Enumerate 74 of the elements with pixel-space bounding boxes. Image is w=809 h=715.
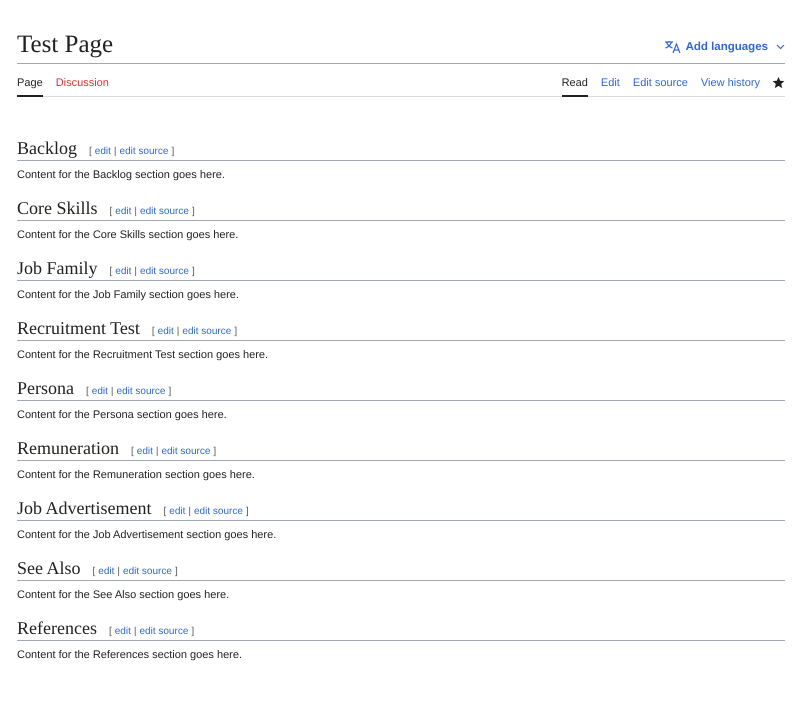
edit-source-link[interactable]: edit source <box>182 326 232 337</box>
page-title: Test Page <box>17 30 114 60</box>
section-text: Content for the Backlog section goes here. <box>17 168 226 182</box>
edit-link[interactable]: edit <box>169 506 186 517</box>
section-heading: Job Advertisement <box>17 497 152 519</box>
tab[interactable]: Discussion <box>56 72 109 97</box>
edit-source-link[interactable]: edit source <box>194 506 243 517</box>
edit-source-link[interactable]: edit source <box>140 266 189 277</box>
separator: | <box>114 146 117 157</box>
edit-source-link[interactable]: edit source <box>116 386 166 397</box>
bracket: [ <box>108 626 112 637</box>
section-text: Content for the Job Family section goes here. <box>17 288 240 302</box>
section-text: Content for the Persona section goes here. <box>17 408 228 422</box>
bracket: [ <box>130 446 134 457</box>
edit-link[interactable]: edit <box>115 266 132 277</box>
edit-link[interactable]: edit <box>115 206 132 217</box>
section-text: Content for the See Also section goes here. <box>17 588 230 602</box>
separator: | <box>188 506 191 517</box>
separator: | <box>110 386 114 397</box>
add-languages-button[interactable]: Add languages <box>664 40 785 60</box>
edit-link[interactable]: edit <box>158 326 174 337</box>
separator: | <box>176 326 180 337</box>
section-text: Content for the Remuneration section goes here. <box>17 468 256 482</box>
section-text: Content for the Job Advertisement section goes here. <box>17 528 278 542</box>
section-heading: Job Family <box>17 257 98 279</box>
edit-source-link[interactable]: edit source <box>139 626 188 637</box>
bracket: [ <box>86 386 89 397</box>
section-heading: Remuneration <box>17 437 119 459</box>
section-heading: See Also <box>17 557 81 579</box>
section-heading: References <box>17 617 97 639</box>
edit-link[interactable]: edit <box>94 146 111 157</box>
bracket: ] <box>192 266 195 277</box>
bracket: ] <box>191 626 194 637</box>
section-heading: Recruitment Test <box>17 317 140 339</box>
section-text: Content for the Recruitment Test section goes here. <box>17 348 270 362</box>
section-heading: Persona <box>17 377 74 399</box>
section-text: Content for the References section goes here. <box>17 648 244 662</box>
edit-source-link[interactable]: edit source <box>162 446 210 457</box>
bracket: ] <box>168 386 172 397</box>
separator: | <box>156 446 158 457</box>
edit-source-link[interactable]: edit source <box>123 566 172 577</box>
edit-link[interactable]: edit <box>98 566 114 577</box>
bracket: [ <box>163 506 166 517</box>
section-text: Content for the Core Skills section goes here. <box>17 228 240 242</box>
separator: | <box>117 566 120 577</box>
bracket: ] <box>192 206 195 217</box>
bracket: ] <box>174 566 178 577</box>
separator: | <box>134 266 138 277</box>
star-icon[interactable] <box>772 76 785 88</box>
edit-source-link[interactable]: edit source <box>120 146 168 157</box>
tab[interactable]: Read <box>562 72 588 97</box>
chevron-down-icon <box>776 44 785 50</box>
tab[interactable]: Edit <box>600 72 620 97</box>
bracket: [ <box>89 146 92 157</box>
section-heading: Backlog <box>17 137 77 159</box>
tab[interactable]: Edit source <box>632 72 688 97</box>
bracket: [ <box>152 326 155 337</box>
bracket: ] <box>234 326 238 337</box>
edit-link[interactable]: edit <box>136 446 153 457</box>
edit-link[interactable]: edit <box>92 386 108 397</box>
bracket: ] <box>213 446 216 457</box>
separator: | <box>134 626 136 637</box>
bracket: ] <box>246 506 249 517</box>
tab[interactable]: Page <box>17 72 43 97</box>
bracket: [ <box>92 566 96 577</box>
edit-link[interactable]: edit <box>114 626 131 637</box>
bracket: [ <box>110 266 112 277</box>
separator: | <box>134 206 138 217</box>
tab[interactable]: View history <box>700 72 760 97</box>
bracket: [ <box>110 206 112 217</box>
translate-icon <box>664 40 681 54</box>
edit-source-link[interactable]: edit source <box>140 206 189 217</box>
section-heading: Core Skills <box>17 197 98 219</box>
bracket: ] <box>171 146 174 157</box>
